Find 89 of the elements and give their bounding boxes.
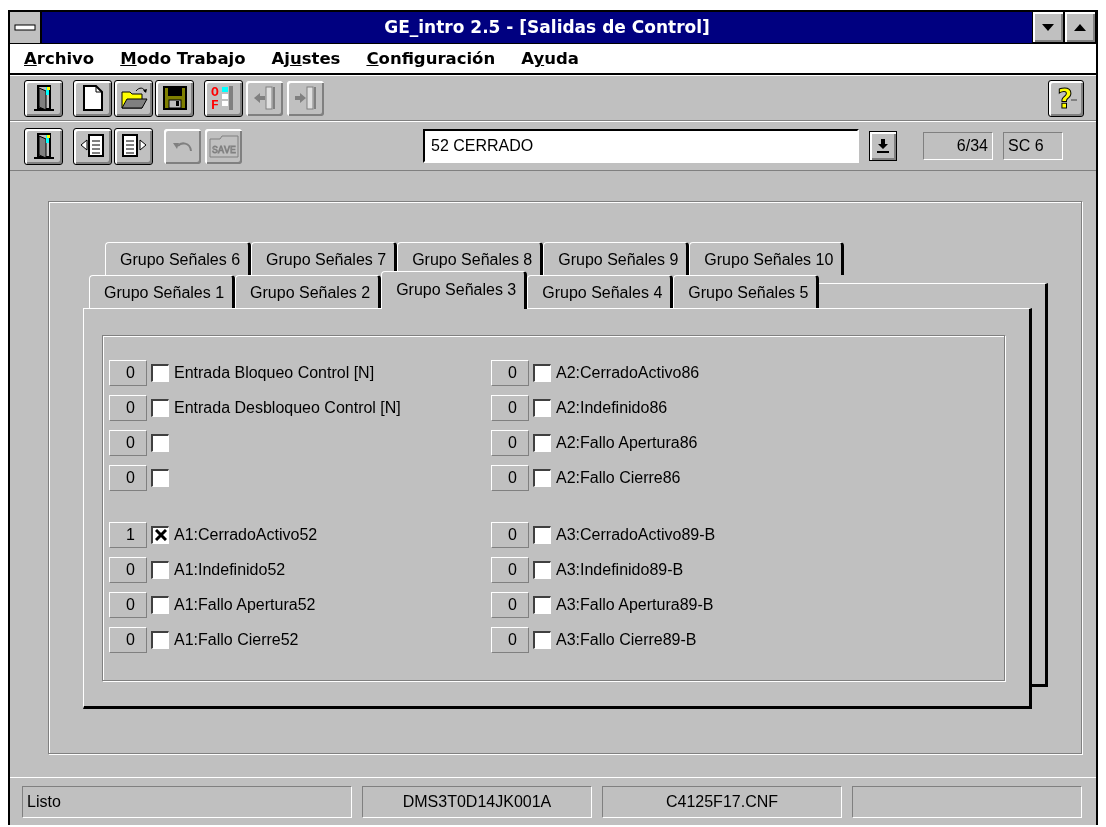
value-cell: 0	[491, 521, 529, 548]
value-cell: 0	[109, 394, 147, 421]
value-cell: 0	[491, 429, 529, 456]
signal-label: A2:CerradoActivo86	[556, 362, 700, 383]
signal-label: A3:Indefinido89-B	[556, 559, 684, 580]
signal-label: A3:CerradoActivo89-B	[556, 524, 716, 545]
code-field: SC 6	[1003, 132, 1063, 160]
next-page-icon	[119, 133, 148, 159]
undo-arrow-icon	[172, 140, 193, 152]
system-menu-button[interactable]	[10, 12, 42, 43]
tab[interactable]: Grupo Señales 9	[543, 242, 690, 275]
record-counter: 6/34	[923, 132, 993, 160]
dropdown-button[interactable]	[869, 131, 897, 161]
caret-down-icon	[1042, 23, 1054, 31]
status-panel: C4125F17.CNF	[602, 786, 842, 818]
signal-label: Entrada Bloqueo Control [N]	[174, 362, 375, 383]
previous-page-icon	[78, 133, 107, 159]
tab[interactable]: Grupo Señales 6	[105, 242, 252, 275]
signal-label: A3:Fallo Apertura89-B	[556, 594, 714, 615]
tab[interactable]: Grupo Señales 1	[89, 275, 236, 308]
toolbar-button[interactable]	[155, 79, 194, 117]
checkbox[interactable]	[533, 595, 551, 614]
window-title: GE_intro 2.5 - [Salidas de Control]	[383, 16, 711, 39]
signal-label: Entrada Desbloqueo Control [N]	[174, 397, 401, 418]
value-cell: 0	[109, 429, 147, 456]
signal-label: A2:Indefinido86	[556, 397, 668, 418]
value-cell: 0	[109, 591, 147, 618]
signal-label: A1:CerradoActivo52	[174, 524, 318, 545]
tab[interactable]: Grupo Señales 2	[235, 275, 382, 308]
signal-label: A1:Indefinido52	[174, 559, 286, 580]
toolbar-button[interactable]	[114, 79, 153, 117]
signal-label: A3:Fallo Cierre89-B	[556, 629, 697, 650]
toolbar-button[interactable]	[73, 127, 112, 165]
checkbox[interactable]	[533, 630, 551, 649]
download-arrow-icon	[877, 139, 889, 153]
selector-field[interactable]: 52 CERRADO	[423, 129, 859, 163]
minimize-button[interactable]	[1032, 12, 1064, 43]
value-cell: 0	[491, 591, 529, 618]
checkbox[interactable]	[151, 363, 169, 382]
toolbar-button[interactable]	[24, 79, 63, 117]
value-cell: 0	[491, 394, 529, 421]
status-panel: Listo	[22, 786, 352, 818]
checkbox[interactable]	[533, 468, 551, 487]
menu-item[interactable]: Archivo	[24, 44, 95, 73]
status-panel: DMS3T0D14JK001A	[362, 786, 592, 818]
value-cell: 0	[109, 464, 147, 491]
value-cell: 0	[109, 626, 147, 653]
tab[interactable]: Grupo Señales 10	[689, 242, 845, 275]
signal-label: A2:Fallo Apertura86	[556, 432, 698, 453]
tab[interactable]: Grupo Señales 3	[381, 271, 528, 309]
signal-label: A1:Fallo Cierre52	[174, 629, 299, 650]
checkbox[interactable]	[151, 525, 169, 544]
menu-item[interactable]: Ajustes	[271, 44, 341, 73]
value-cell: 0	[491, 359, 529, 386]
menu-item[interactable]: Configuración	[366, 44, 496, 73]
cross-icon	[154, 529, 167, 541]
checkbox[interactable]	[151, 398, 169, 417]
caret-up-icon	[1074, 23, 1086, 31]
value-cell: 0	[491, 556, 529, 583]
tab[interactable]: Grupo Señales 5	[673, 275, 820, 308]
bar-icon	[14, 23, 36, 32]
checkbox[interactable]	[533, 398, 551, 417]
checkbox[interactable]	[151, 433, 169, 452]
value-cell: 0	[491, 626, 529, 653]
checkbox[interactable]	[151, 560, 169, 579]
value-cell: 0	[109, 556, 147, 583]
signal-label: A2:Fallo Cierre86	[556, 467, 681, 488]
checkbox[interactable]	[151, 468, 169, 487]
signal-label: A1:Fallo Apertura52	[174, 594, 316, 615]
tab[interactable]: Grupo Señales 7	[251, 242, 398, 275]
checkbox[interactable]	[151, 630, 169, 649]
menu-item[interactable]: Modo Trabajo	[120, 44, 246, 73]
value-cell: 0	[109, 359, 147, 386]
checkbox[interactable]	[533, 363, 551, 382]
toolbar-button[interactable]	[73, 79, 112, 117]
toolbar-button[interactable]	[114, 127, 153, 165]
toolbar-button[interactable]	[24, 127, 63, 165]
checkbox[interactable]	[151, 595, 169, 614]
checkbox[interactable]	[533, 433, 551, 452]
menu-item[interactable]: Ayuda	[521, 44, 579, 73]
checkbox[interactable]	[533, 560, 551, 579]
page-icon	[81, 85, 104, 111]
maximize-button[interactable]	[1064, 12, 1096, 43]
checkbox[interactable]	[533, 525, 551, 544]
value-cell: 0	[491, 464, 529, 491]
save-folder-icon: SAVE	[207, 133, 240, 159]
tab[interactable]: Grupo Señales 4	[527, 275, 674, 308]
value-cell: 1	[109, 521, 147, 548]
folder-icon	[119, 86, 148, 110]
